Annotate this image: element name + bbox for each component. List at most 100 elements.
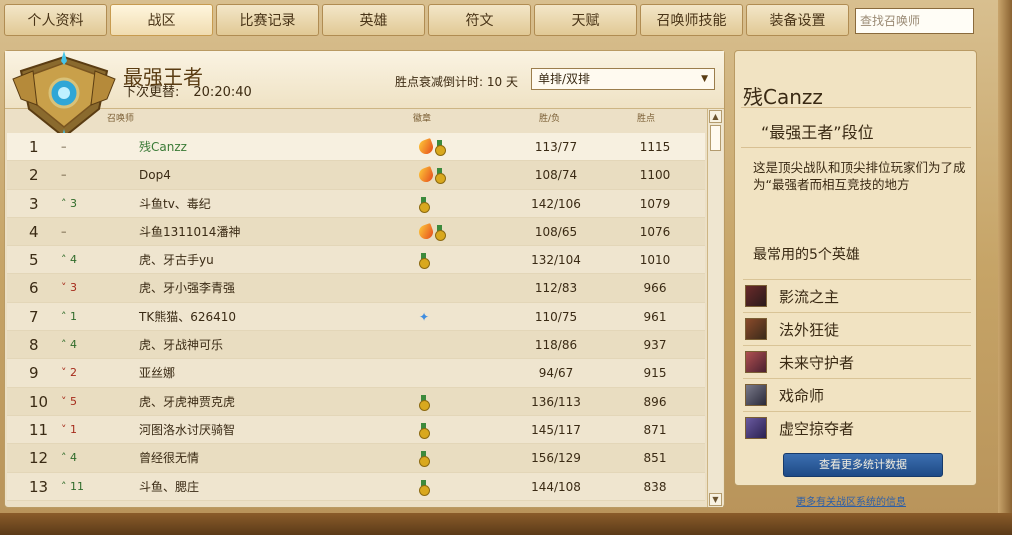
rank-number: 13 bbox=[29, 477, 49, 496]
column-win-loss[interactable]: 胜/负 bbox=[539, 111, 560, 131]
hot-streak-icon bbox=[417, 138, 435, 156]
rank-change: ˅ 5 bbox=[61, 388, 77, 416]
champion-item[interactable]: 虚空掠夺者 bbox=[743, 411, 971, 444]
champion-item[interactable]: 法外狂徒 bbox=[743, 312, 971, 345]
rank-change-value: – bbox=[61, 168, 67, 182]
lp-decay-countdown: 胜点衰减倒计时: 10 天 bbox=[395, 75, 518, 89]
league-points: 1010 bbox=[639, 253, 671, 268]
arrow-down-icon: ˅ bbox=[61, 394, 70, 408]
league-points: 961 bbox=[643, 309, 667, 324]
tab-league[interactable]: 战区 bbox=[110, 4, 213, 36]
table-row[interactable]: 9 ˅ 2 亚丝娜 94/67 915 bbox=[7, 359, 705, 388]
league-points: 1079 bbox=[639, 196, 671, 211]
column-league-points[interactable]: 胜点 bbox=[637, 111, 655, 131]
veteran-medal-icon bbox=[419, 394, 430, 411]
hot-streak-icon bbox=[417, 222, 435, 241]
summoner-name-link[interactable]: 虎、牙战神可乐 bbox=[139, 331, 223, 359]
win-loss: 113/77 bbox=[534, 140, 578, 154]
rank-number: 11 bbox=[29, 420, 49, 439]
champion-portrait-icon bbox=[745, 384, 767, 406]
top-nav: 个人资料 战区 比赛记录 英雄 符文 天赋 召唤师技能 装备设置 bbox=[4, 4, 849, 36]
veteran-medal-icon bbox=[435, 140, 446, 156]
summoner-name-link[interactable]: 斗鱼1311014潘神 bbox=[139, 218, 240, 246]
column-summoner[interactable]: 召唤师 bbox=[107, 111, 134, 131]
table-row[interactable]: 4 – 斗鱼1311014潘神 108/65 1076 bbox=[7, 217, 705, 247]
hot-streak-icon bbox=[417, 166, 435, 185]
tab-champions[interactable]: 英雄 bbox=[322, 4, 425, 36]
table-row[interactable]: 13 ˄ 11 斗鱼、腮庄 144/108 838 bbox=[7, 472, 705, 501]
rank-change: ˄ 11 bbox=[61, 473, 84, 501]
table-row[interactable]: 12 ˄ 4 曾经很无情 156/129 851 bbox=[7, 444, 705, 473]
divider bbox=[741, 147, 971, 148]
view-more-stats-button[interactable]: 查看更多统计数据 bbox=[783, 453, 943, 477]
tab-item-sets[interactable]: 装备设置 bbox=[746, 4, 849, 36]
queue-dropdown-value: 单排/双排 bbox=[538, 72, 591, 86]
rank-number: 1 bbox=[29, 138, 39, 156]
chevron-down-icon: ▼ bbox=[701, 74, 708, 84]
table-row[interactable]: 11 ˅ 1 河图洛水讨厌骑智 145/117 871 bbox=[7, 415, 705, 445]
tab-profile[interactable]: 个人资料 bbox=[4, 4, 107, 36]
summoner-name-link[interactable]: Dop4 bbox=[139, 161, 171, 189]
table-row[interactable]: 5 ˄ 4 虎、牙古手yu 132/104 1010 bbox=[7, 246, 705, 275]
rank-change-value: 2 bbox=[70, 366, 77, 380]
queue-dropdown[interactable]: 单排/双排 ▼ bbox=[531, 68, 715, 90]
summoner-name-link[interactable]: 曾经很无情 bbox=[139, 444, 199, 472]
champion-item[interactable]: 影流之主 bbox=[743, 279, 971, 312]
table-row[interactable]: 2 – Dop4 108/74 1100 bbox=[7, 161, 705, 190]
search-summoner-input[interactable] bbox=[855, 8, 974, 34]
frame-bottom-edge bbox=[0, 513, 1012, 535]
tab-summoner-spells[interactable]: 召唤师技能 bbox=[640, 4, 743, 36]
tab-runes[interactable]: 符文 bbox=[428, 4, 531, 36]
arrow-up-icon: ˄ bbox=[61, 253, 70, 267]
summoner-name-link[interactable]: 斗鱼、腮庄 bbox=[139, 473, 199, 501]
rank-number: 12 bbox=[29, 449, 49, 468]
rank-number: 2 bbox=[29, 166, 39, 185]
summoner-name-link[interactable]: 虎、牙虎神贾克虎 bbox=[139, 388, 235, 416]
win-loss: 132/104 bbox=[531, 253, 581, 268]
summoner-name-link[interactable]: 残Canzz bbox=[139, 133, 187, 161]
ladder-scrollbar[interactable]: ▲ ▼ bbox=[707, 109, 723, 507]
column-medal[interactable]: 徽章 bbox=[413, 111, 431, 131]
league-info-link[interactable]: 更多有关战区系统的信息 bbox=[796, 493, 906, 508]
medal-cell bbox=[419, 444, 459, 472]
champion-name: 未来守护者 bbox=[779, 353, 855, 372]
rank-change: ˅ 2 bbox=[61, 359, 77, 387]
rank-number: 3 bbox=[29, 194, 39, 213]
rank-change: ˅ 1 bbox=[61, 416, 77, 444]
table-row[interactable]: 6 ˅ 3 虎、牙小强李青强 112/83 966 bbox=[7, 274, 705, 303]
top-champions-heading: 最常用的5个英雄 bbox=[753, 247, 860, 263]
win-loss: 118/86 bbox=[534, 338, 578, 353]
champion-item[interactable]: 未来守护者 bbox=[743, 345, 971, 378]
league-points: 1076 bbox=[639, 224, 671, 239]
rank-number: 5 bbox=[29, 251, 39, 270]
league-points: 838 bbox=[643, 479, 667, 494]
summoner-name-link[interactable]: 河图洛水讨厌骑智 bbox=[139, 416, 235, 444]
summoner-name-link[interactable]: 虎、牙古手yu bbox=[139, 246, 214, 274]
summoner-name-link[interactable]: 亚丝娜 bbox=[139, 359, 175, 387]
medal-cell bbox=[419, 473, 459, 501]
top-champions-list: 影流之主 法外狂徒 未来守护者 戏命师 虚空掠夺者 bbox=[743, 279, 971, 444]
table-row[interactable]: 1 – 残Canzz 113/77 1115 bbox=[7, 133, 705, 162]
veteran-medal-icon bbox=[419, 422, 430, 439]
scroll-down-arrow-icon[interactable]: ▼ bbox=[709, 493, 722, 506]
summoner-name-link[interactable]: 斗鱼tv、毒纪 bbox=[139, 190, 211, 218]
champion-item[interactable]: 戏命师 bbox=[743, 378, 971, 411]
summoner-name-link[interactable]: 虎、牙小强李青强 bbox=[139, 274, 235, 302]
next-update: 下次更替: 20:20:40 bbox=[123, 81, 252, 100]
tab-match-history[interactable]: 比赛记录 bbox=[216, 4, 319, 36]
table-row[interactable]: 8 ˄ 4 虎、牙战神可乐 118/86 937 bbox=[7, 331, 705, 360]
rank-change: – bbox=[61, 161, 67, 189]
scroll-up-arrow-icon[interactable]: ▲ bbox=[709, 110, 722, 123]
league-points: 1100 bbox=[639, 168, 671, 183]
arrow-up-icon: ˄ bbox=[61, 309, 70, 323]
league-points: 1115 bbox=[639, 140, 671, 154]
table-row[interactable]: 10 ˅ 5 虎、牙虎神贾克虎 136/113 896 bbox=[7, 387, 705, 416]
table-row[interactable]: 3 ˄ 3 斗鱼tv、毒纪 142/106 1079 bbox=[7, 189, 705, 218]
scroll-thumb[interactable] bbox=[710, 125, 721, 151]
table-row[interactable]: 7 ˄ 1 TK熊猫、626410 ✦ 110/75 961 bbox=[7, 302, 705, 332]
champion-portrait-icon bbox=[745, 318, 767, 340]
rank-change-value: – bbox=[61, 224, 67, 238]
tab-masteries[interactable]: 天赋 bbox=[534, 4, 637, 36]
veteran-medal-icon bbox=[435, 168, 446, 185]
summoner-name-link[interactable]: TK熊猫、626410 bbox=[139, 303, 236, 331]
